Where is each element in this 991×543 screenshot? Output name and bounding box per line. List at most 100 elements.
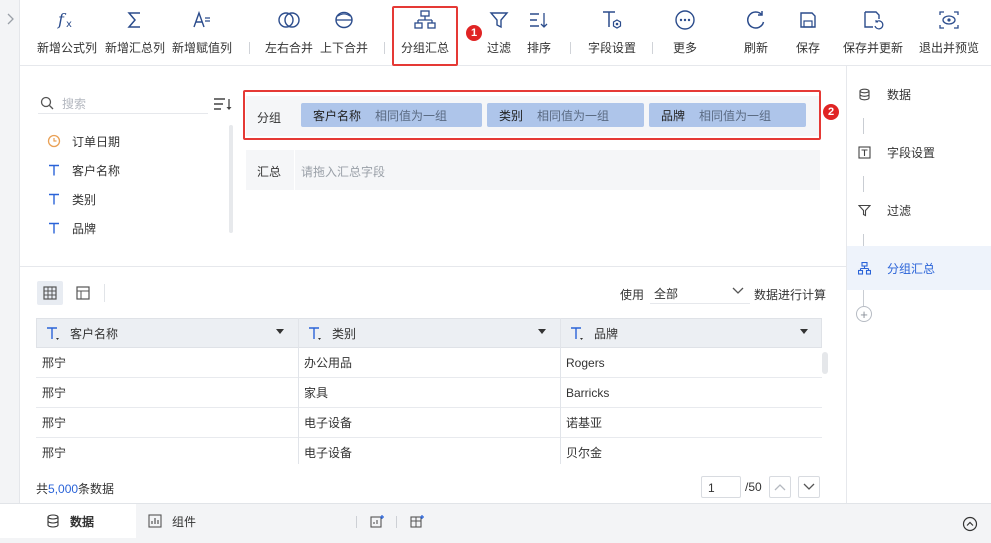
- table-row[interactable]: 邢宁 办公用品 Rogers: [36, 348, 822, 378]
- toolbar-label: 左右合并: [264, 41, 313, 55]
- column-header-customer-name[interactable]: 客户名称: [36, 318, 298, 348]
- table-scrollbar[interactable]: [822, 352, 828, 374]
- tab-component[interactable]: 组件: [148, 504, 228, 538]
- svg-text:x: x: [66, 19, 72, 30]
- more-button[interactable]: 更多: [670, 6, 700, 62]
- layout-view-toggle[interactable]: [70, 281, 96, 305]
- table-cell: 邢宁: [42, 386, 67, 400]
- toolbar-label: 退出并预览: [918, 41, 979, 55]
- search-icon: [40, 96, 54, 110]
- table-cell: 邢宁: [42, 416, 67, 430]
- add-step-button[interactable]: +: [856, 306, 872, 322]
- column-menu-caret-icon[interactable]: [276, 329, 284, 335]
- add-assign-column-button[interactable]: 新增赋值列: [171, 6, 233, 62]
- group-chip-customer-name[interactable]: 客户名称 相同值为一组: [301, 103, 482, 127]
- chip-description: 相同值为一组: [375, 108, 448, 123]
- refresh-button[interactable]: 刷新: [741, 6, 771, 62]
- group-chip-brand[interactable]: 品牌 相同值为一组: [649, 103, 806, 127]
- save-button[interactable]: 保存: [793, 6, 823, 62]
- step-filter[interactable]: 过滤: [847, 188, 991, 232]
- merge-horizontal-icon: [276, 6, 302, 34]
- page-number-value: 1: [708, 481, 715, 495]
- toolbar-label: 上下合并: [319, 41, 368, 55]
- search-placeholder: 搜索: [62, 97, 87, 111]
- column-divider: [560, 318, 561, 464]
- add-summary-column-button[interactable]: 新增汇总列: [104, 6, 166, 62]
- step-connector: [863, 290, 864, 306]
- next-page-button[interactable]: [798, 476, 820, 498]
- calc-label: 数据进行计算: [754, 288, 827, 302]
- use-select[interactable]: 全部: [650, 280, 750, 304]
- merge-horizontal-button[interactable]: 左右合并: [264, 6, 314, 62]
- total-number: 5,000: [48, 482, 79, 496]
- exit-preview-icon: [936, 6, 962, 34]
- group-summary-icon: [857, 261, 871, 275]
- save-and-update-button[interactable]: 保存并更新: [842, 6, 904, 62]
- tab-divider: [356, 516, 357, 528]
- summary-placeholder: 请拖入汇总字段: [301, 165, 386, 179]
- field-category[interactable]: 类别: [46, 188, 96, 210]
- add-formula-column-button[interactable]: fx 新增公式列: [36, 6, 98, 62]
- database-icon: [857, 87, 871, 101]
- field-brand[interactable]: 品牌: [46, 217, 96, 239]
- toolbar-label: 新增汇总列: [104, 41, 165, 55]
- chart-icon: [148, 514, 162, 528]
- toolbar-label: 字段设置: [587, 41, 636, 55]
- summary-divider: [294, 150, 295, 190]
- step-group-summary[interactable]: 分组汇总: [847, 246, 991, 290]
- add-component-tab-icon[interactable]: [410, 514, 425, 529]
- column-header-brand[interactable]: 品牌: [560, 318, 822, 348]
- toolbar-label: 更多: [672, 41, 697, 55]
- table-row[interactable]: 邢宁 家具 Barricks: [36, 378, 822, 408]
- tab-data[interactable]: 数据: [0, 504, 136, 538]
- toolbar-label: 过滤: [486, 41, 511, 55]
- text-type-icon: [46, 220, 62, 236]
- table-cell: 办公用品: [304, 356, 353, 370]
- column-header-category[interactable]: 类别: [298, 318, 560, 348]
- add-data-tab-icon[interactable]: [370, 514, 385, 529]
- chip-field-name: 品牌: [661, 108, 686, 123]
- use-label: 使用: [620, 288, 645, 302]
- page-number-input[interactable]: 1: [701, 476, 741, 498]
- toolbar-divider: [570, 42, 571, 54]
- field-customer-name[interactable]: 客户名称: [46, 159, 120, 181]
- field-sort-icon[interactable]: [212, 96, 234, 114]
- table-cell: 邢宁: [42, 356, 67, 370]
- field-settings-button[interactable]: 字段设置: [586, 6, 638, 62]
- column-menu-caret-icon[interactable]: [538, 329, 546, 335]
- step-field-settings[interactable]: 字段设置: [847, 130, 991, 174]
- field-search[interactable]: 搜索: [38, 92, 208, 114]
- step-label: 分组汇总: [887, 261, 936, 276]
- side-collapse-strip[interactable]: [0, 0, 20, 503]
- tab-label: 组件: [172, 514, 197, 529]
- table-cell: 电子设备: [304, 446, 353, 460]
- group-chip-category[interactable]: 类别 相同值为一组: [487, 103, 644, 127]
- field-order-date[interactable]: 订单日期: [46, 130, 120, 152]
- text-type-icon: [309, 327, 321, 340]
- filter-button[interactable]: 过滤: [484, 6, 514, 62]
- grid-view-toggle[interactable]: [37, 281, 63, 305]
- table-row[interactable]: 邢宁 电子设备 贝尔金: [36, 438, 822, 464]
- merge-vertical-icon: [331, 6, 357, 34]
- sort-icon: [526, 6, 552, 34]
- column-header-label: 品牌: [594, 326, 619, 341]
- filter-icon: [486, 6, 512, 34]
- table-cell: 贝尔金: [566, 446, 603, 460]
- exit-and-preview-button[interactable]: 退出并预览: [918, 6, 980, 62]
- prev-page-button[interactable]: [769, 476, 791, 498]
- field-panel-scrollbar[interactable]: [229, 125, 233, 233]
- field-settings-icon: [857, 145, 871, 159]
- collapse-up-icon[interactable]: [962, 516, 978, 532]
- table-cell: 邢宁: [42, 446, 67, 460]
- chevron-right-icon[interactable]: [5, 12, 15, 26]
- text-type-icon: [47, 327, 59, 340]
- sort-button[interactable]: 排序: [524, 6, 554, 62]
- chevron-up-icon: [774, 484, 786, 491]
- merge-vertical-button[interactable]: 上下合并: [319, 6, 369, 62]
- column-menu-caret-icon[interactable]: [800, 329, 808, 335]
- step-data[interactable]: 数据: [847, 72, 991, 116]
- table-row[interactable]: 邢宁 电子设备 诺基亚: [36, 408, 822, 438]
- toolbar-label: 新增公式列: [36, 41, 97, 55]
- chevron-down-icon: [803, 483, 815, 490]
- step-label: 数据: [887, 87, 912, 102]
